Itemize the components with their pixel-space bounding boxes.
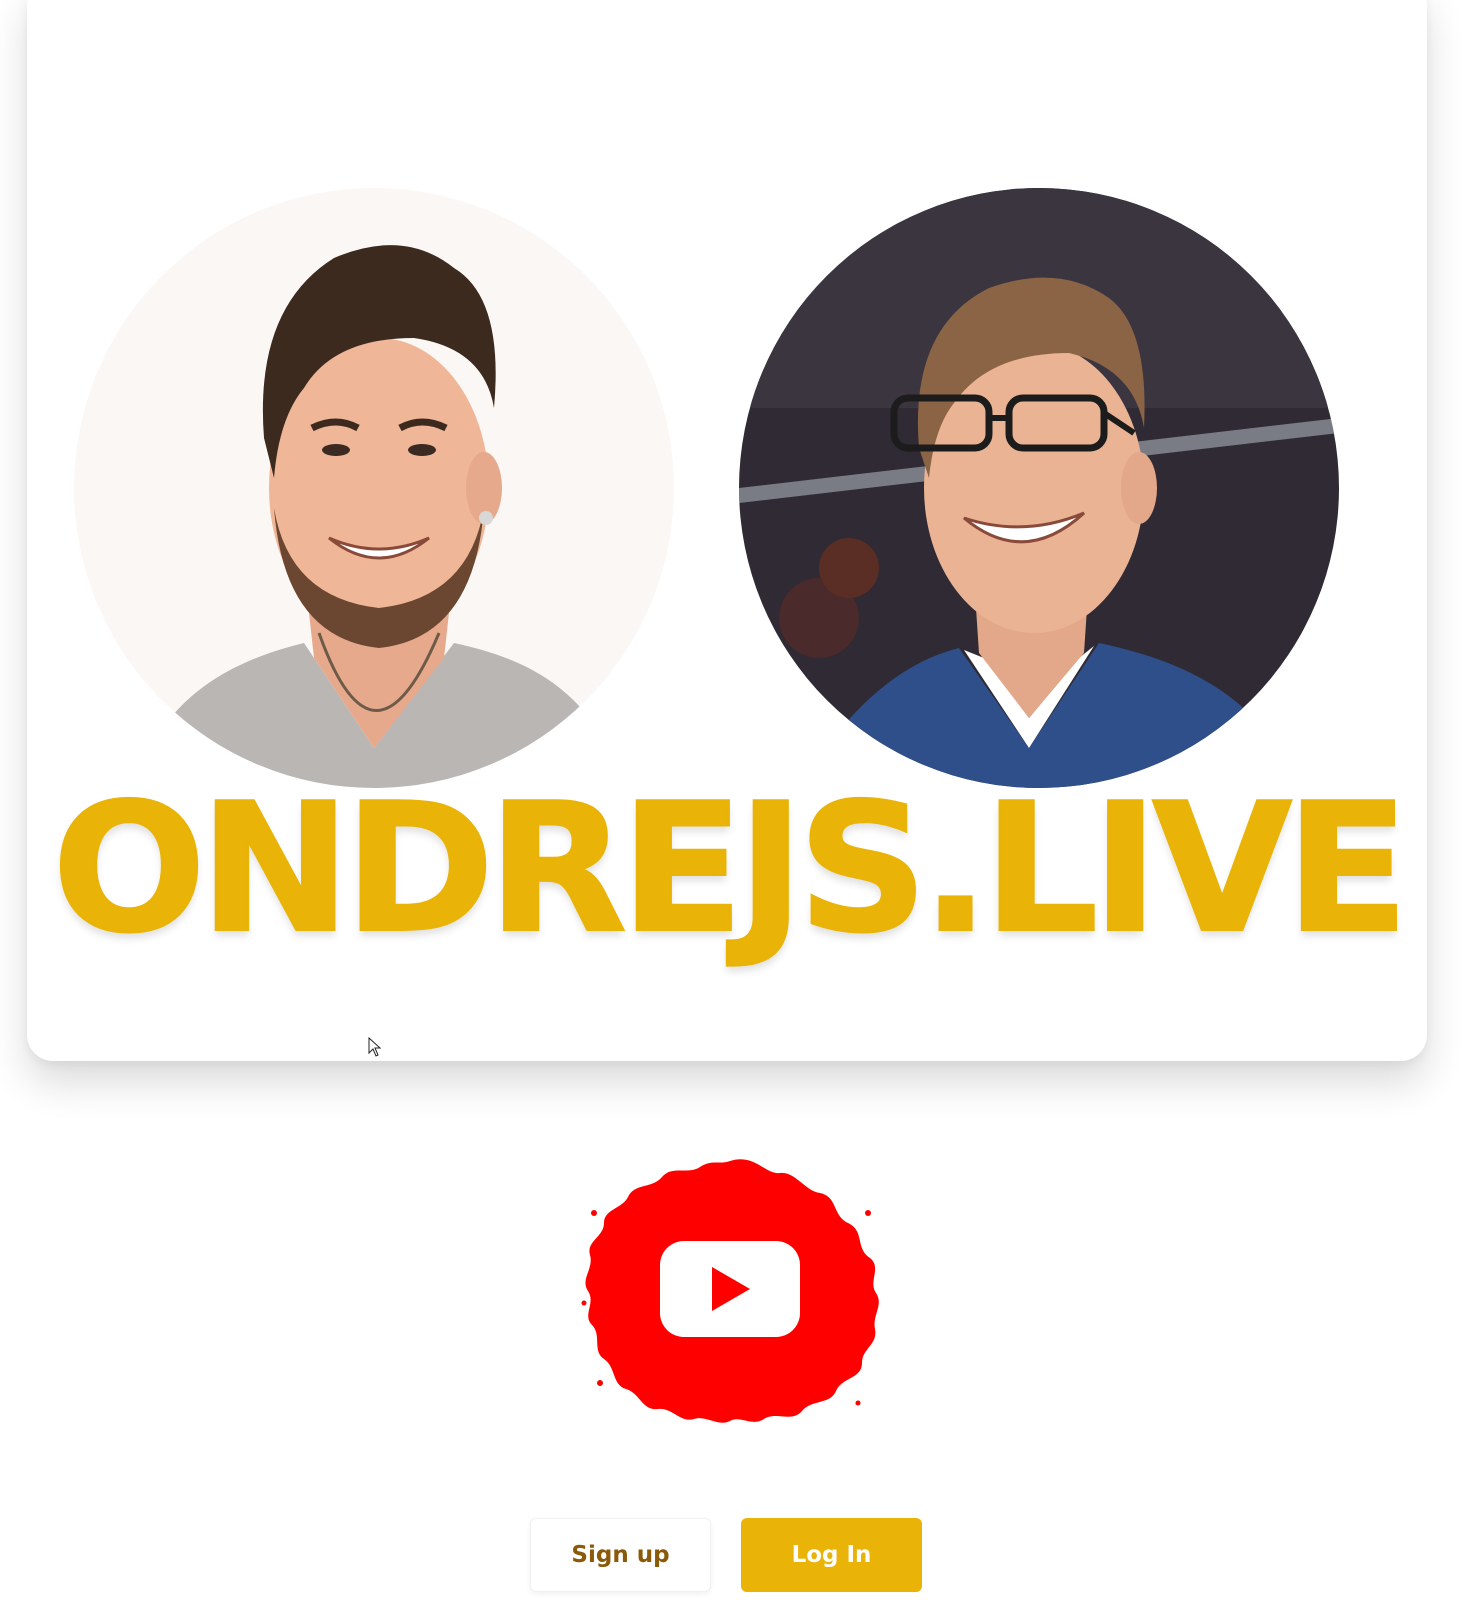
mouse-cursor-icon [368,1037,382,1057]
host-avatar-right [739,188,1339,788]
host-photo-right [739,188,1339,788]
landing-page: ONDREJS.LIVE Sign up Log In [0,0,1480,1621]
signup-button[interactable]: Sign up [530,1518,711,1592]
youtube-splash-icon[interactable] [580,1153,880,1423]
auth-buttons: Sign up Log In [530,1518,922,1592]
host-avatar-left [74,188,674,788]
host-photo-left [74,188,674,788]
brand-title: ONDREJS.LIVE [51,765,1410,972]
login-button[interactable]: Log In [741,1518,922,1592]
hero-card: ONDREJS.LIVE [27,0,1427,1061]
